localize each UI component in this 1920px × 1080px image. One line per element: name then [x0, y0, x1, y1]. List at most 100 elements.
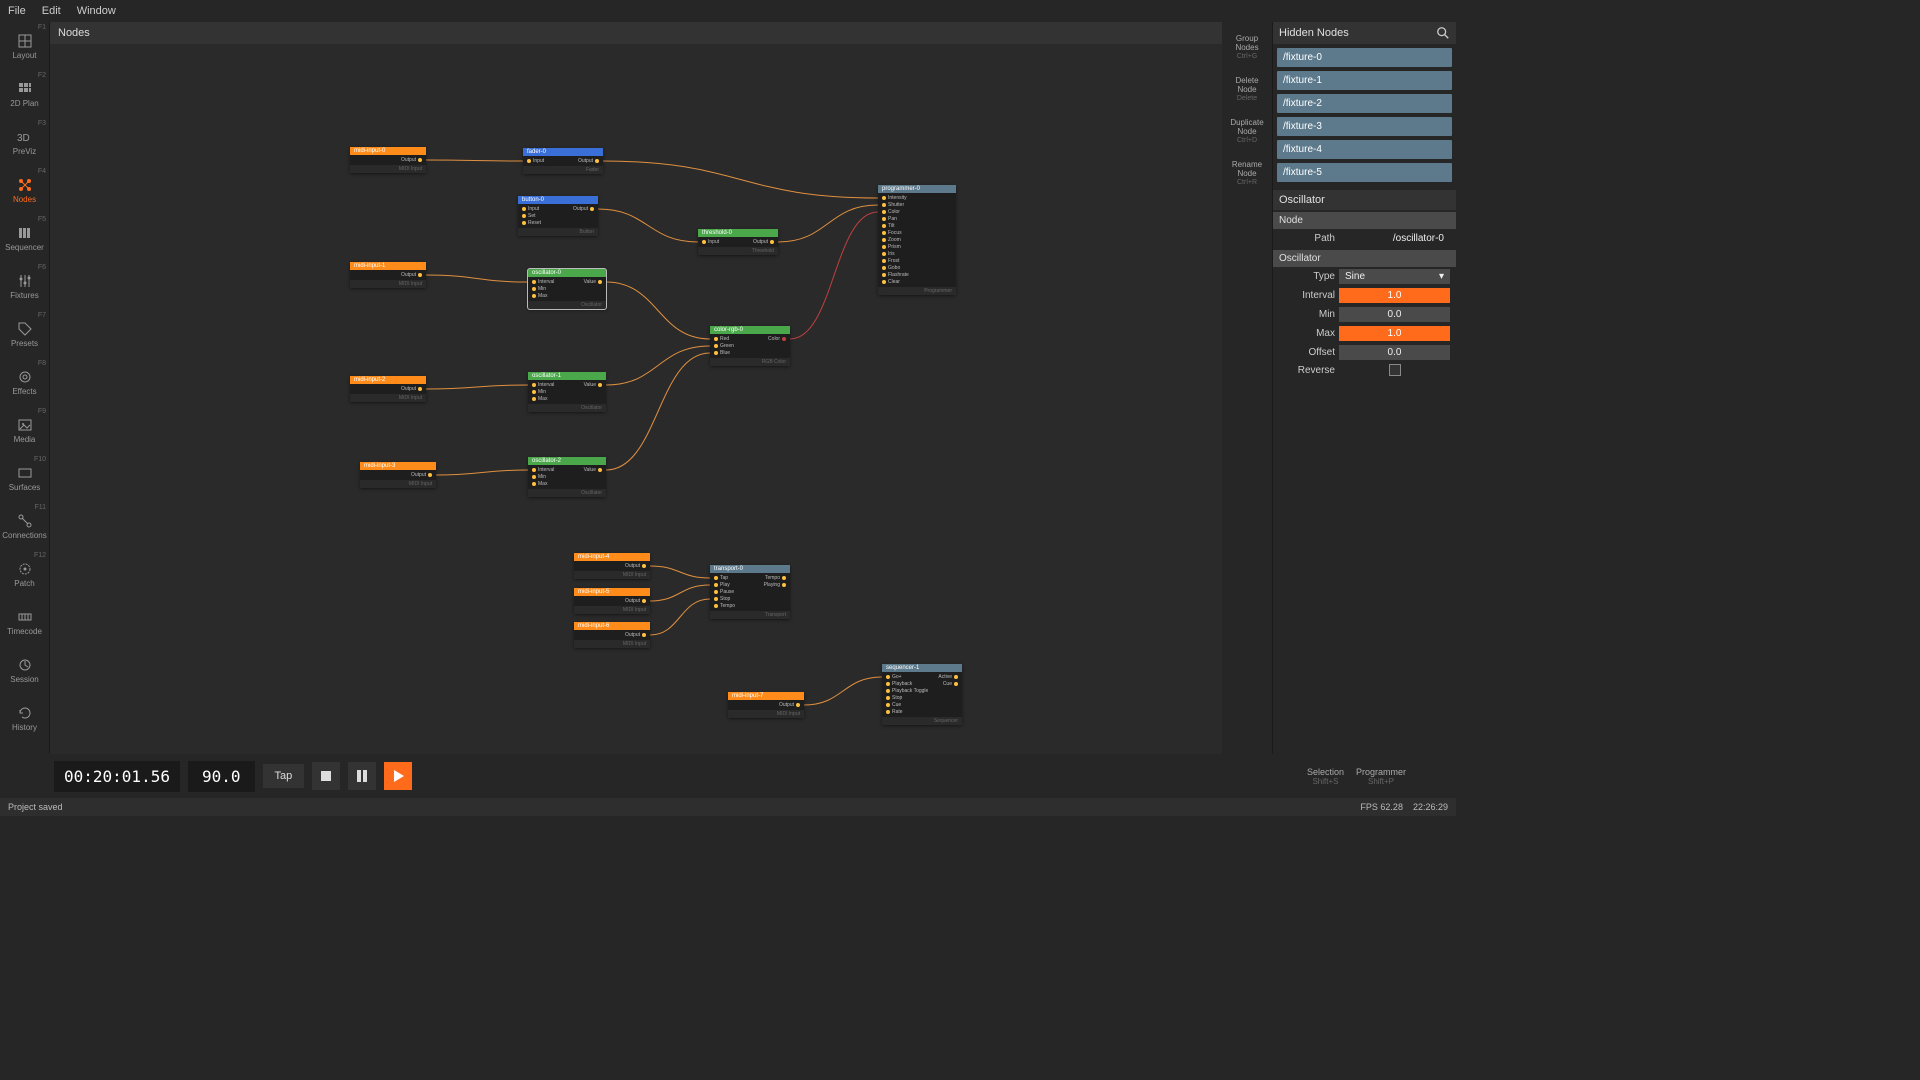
sidebar-session[interactable]: Session — [0, 646, 49, 694]
clock-display: 22:26:29 — [1413, 802, 1448, 812]
play-icon — [392, 770, 404, 782]
node-midi1[interactable]: midi-input-1OutputMIDI Input — [350, 262, 426, 288]
mode-selection[interactable]: SelectionShift+S — [1307, 767, 1344, 786]
node-mi4[interactable]: midi-input-4OutputMIDI Input — [574, 553, 650, 579]
path-value: /oscillator-0 — [1339, 231, 1450, 246]
sidebar-presets[interactable]: F7Presets — [0, 310, 49, 358]
inspector-title: Oscillator — [1273, 190, 1456, 210]
canvas-actions: GroupNodesCtrl+G DeleteNodeDelete Duplicat… — [1222, 22, 1272, 778]
sidebar-surfaces[interactable]: F10Surfaces — [0, 454, 49, 502]
inspector-section-osc: Oscillator — [1273, 250, 1456, 267]
chevron-down-icon: ▾ — [1439, 271, 1444, 282]
stop-button[interactable] — [312, 762, 340, 790]
max-input[interactable]: 1.0 — [1339, 326, 1450, 341]
layout-icon — [17, 33, 33, 49]
tab-header: Nodes — [50, 22, 1222, 44]
node-mi5[interactable]: midi-input-5OutputMIDI Input — [574, 588, 650, 614]
action-delete-node[interactable]: DeleteNodeDelete — [1222, 72, 1272, 106]
sidebar-history[interactable]: History — [0, 694, 49, 742]
reverse-checkbox[interactable] — [1389, 364, 1401, 376]
stop-icon — [320, 770, 332, 782]
sidebar-effects[interactable]: F8Effects — [0, 358, 49, 406]
hidden-nodes-header: Hidden Nodes — [1273, 22, 1456, 44]
node-osc1[interactable]: oscillator-1IntervalMinMaxValueOscillato… — [528, 372, 606, 412]
path-label: Path — [1279, 233, 1335, 244]
search-icon[interactable] — [1436, 26, 1450, 40]
previz-icon: 3D — [17, 129, 33, 145]
sidebar-fixtures[interactable]: F6Fixtures — [0, 262, 49, 310]
node-canvas[interactable]: midi-input-0OutputMIDI Input midi-input-1… — [50, 44, 1222, 756]
node-midi2[interactable]: midi-input-2OutputMIDI Input — [350, 376, 426, 402]
hidden-nodes-list: /fixture-0/fixture-1/fixture-2/fixture-3… — [1273, 44, 1456, 186]
inspector-section-node: Node — [1273, 212, 1456, 229]
hidden-node-item[interactable]: /fixture-1 — [1277, 71, 1452, 90]
tab-title: Nodes — [58, 27, 90, 39]
sidebar-layout[interactable]: F1Layout — [0, 22, 49, 70]
hidden-node-item[interactable]: /fixture-4 — [1277, 140, 1452, 159]
sidebar-connections[interactable]: F11Connections — [0, 502, 49, 550]
pause-icon — [356, 770, 368, 782]
node-fader0[interactable]: fader-0InputOutputFader — [523, 148, 603, 174]
pause-button[interactable] — [348, 762, 376, 790]
node-osc0[interactable]: oscillator-0IntervalMinMaxValueOscillato… — [528, 269, 606, 309]
interval-input[interactable]: 1.0 — [1339, 288, 1450, 303]
min-input[interactable]: 0.0 — [1339, 307, 1450, 322]
node-midi0[interactable]: midi-input-0OutputMIDI Input — [350, 147, 426, 173]
left-sidebar: F1LayoutF22D PlanF33DPreVizF4NodesF5Sequ… — [0, 22, 50, 778]
mode-programmer[interactable]: ProgrammerShift+P — [1356, 767, 1406, 786]
hidden-node-item[interactable]: /fixture-5 — [1277, 163, 1452, 182]
offset-input[interactable]: 0.0 — [1339, 345, 1450, 360]
nodes-icon — [17, 177, 33, 193]
2dplan-icon — [17, 81, 33, 97]
action-rename-node[interactable]: RenameNodeCtrl+R — [1222, 156, 1272, 190]
media-icon — [17, 417, 33, 433]
bpm-display[interactable]: 90.0 — [188, 761, 255, 792]
node-seq1[interactable]: sequencer-1Go+PlaybackPlayback ToggleSto… — [882, 664, 962, 725]
timecode-display[interactable]: 00:20:01.56 — [54, 761, 180, 792]
action-group-nodes[interactable]: GroupNodesCtrl+G — [1222, 30, 1272, 64]
sidebar-sequencer[interactable]: F5Sequencer — [0, 214, 49, 262]
fixtures-icon — [17, 273, 33, 289]
hidden-node-item[interactable]: /fixture-2 — [1277, 94, 1452, 113]
node-button0[interactable]: button-0InputSetResetOutputButton — [518, 196, 598, 236]
play-button[interactable] — [384, 762, 412, 790]
patch-icon — [17, 561, 33, 577]
menu-window[interactable]: Window — [77, 5, 116, 17]
menu-edit[interactable]: Edit — [42, 5, 61, 17]
node-rgb0[interactable]: color-rgb-0RedGreenBlueColorRGB Color — [710, 326, 790, 366]
sidebar-nodes[interactable]: F4Nodes — [0, 166, 49, 214]
node-midi3[interactable]: midi-input-3OutputMIDI Input — [360, 462, 436, 488]
sidebar-media[interactable]: F9Media — [0, 406, 49, 454]
node-mi6[interactable]: midi-input-6OutputMIDI Input — [574, 622, 650, 648]
hidden-node-item[interactable]: /fixture-3 — [1277, 117, 1452, 136]
transport-bar: 00:20:01.56 90.0 Tap SelectionShift+S Pro… — [0, 754, 1456, 798]
tap-button[interactable]: Tap — [263, 764, 305, 788]
menu-file[interactable]: File — [8, 5, 26, 17]
session-icon — [17, 657, 33, 673]
sidebar-previz[interactable]: F33DPreViz — [0, 118, 49, 166]
sidebar-timecode[interactable]: Timecode — [0, 598, 49, 646]
node-osc2[interactable]: oscillator-2IntervalMinMaxValueOscillato… — [528, 457, 606, 497]
status-message: Project saved — [8, 802, 63, 812]
effects-icon — [17, 369, 33, 385]
action-duplicate-node[interactable]: DuplicateNodeCtrl+D — [1222, 114, 1272, 148]
type-select[interactable]: Sine▾ — [1339, 269, 1450, 284]
surfaces-icon — [17, 465, 33, 481]
node-thr0[interactable]: threshold-0InputOutputThreshold — [698, 229, 778, 255]
fps-display: FPS 62.28 — [1360, 802, 1403, 812]
timecode-icon — [17, 609, 33, 625]
sequencer-icon — [17, 225, 33, 241]
presets-icon — [17, 321, 33, 337]
node-trans0[interactable]: transport-0TapPlayPauseStopTempoTempoPla… — [710, 565, 790, 619]
hidden-node-item[interactable]: /fixture-0 — [1277, 48, 1452, 67]
node-mi7[interactable]: midi-input-7OutputMIDI Input — [728, 692, 804, 718]
sidebar-2dplan[interactable]: F22D Plan — [0, 70, 49, 118]
connections-icon — [17, 513, 33, 529]
sidebar-patch[interactable]: F12Patch — [0, 550, 49, 598]
node-prog0[interactable]: programmer-0IntensityShutterColorPanTilt… — [878, 185, 956, 295]
history-icon — [17, 705, 33, 721]
status-bar: Project saved FPS 62.28 22:26:29 — [0, 798, 1456, 816]
svg-text:3D: 3D — [17, 133, 30, 144]
right-panel: Hidden Nodes /fixture-0/fixture-1/fixtur… — [1272, 22, 1456, 778]
menubar: File Edit Window — [0, 0, 1456, 22]
